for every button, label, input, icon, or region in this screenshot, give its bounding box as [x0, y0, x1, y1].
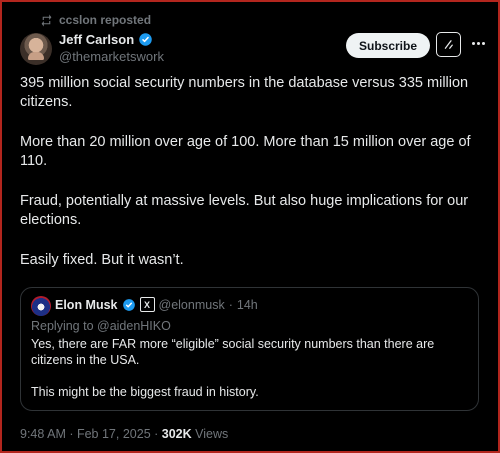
timestamp[interactable]: 9:48 AM · Feb 17, 2025 · — [20, 427, 162, 441]
verified-icon — [139, 33, 152, 46]
post-paragraph: 395 million social security numbers in t… — [20, 75, 469, 110]
views-count[interactable]: 302K — [162, 427, 192, 441]
views-label: Views — [191, 427, 229, 441]
post-paragraph: More than 20 million over age of 100. Mo… — [20, 134, 471, 169]
author-name[interactable]: Jeff Carlson — [59, 32, 134, 47]
dot-separator: · — [228, 297, 233, 312]
subscribe-button[interactable]: Subscribe — [346, 33, 430, 58]
quoted-author-handle[interactable]: @elonmusk — [159, 298, 225, 312]
more-button[interactable] — [470, 35, 486, 51]
repost-icon — [41, 14, 52, 26]
verified-icon — [122, 298, 135, 311]
quoted-time[interactable]: 14h — [237, 298, 258, 312]
quoted-header[interactable]: Elon Musk X @elonmusk · 14h — [55, 297, 258, 312]
post-paragraph: Fraud, potentially at massive levels. Bu… — [20, 193, 469, 228]
more-icon — [471, 41, 475, 45]
post-footer: 9:48 AM · Feb 17, 2025 · 302K Views — [20, 427, 228, 441]
quoted-avatar[interactable] — [31, 296, 51, 316]
more-icon — [481, 41, 485, 45]
quoted-text: Yes, there are FAR more “eligible” socia… — [31, 336, 461, 416]
author-name-row[interactable]: Jeff Carlson — [59, 32, 153, 47]
author-avatar[interactable] — [20, 33, 52, 65]
replying-to[interactable]: Replying to @aidenHIKO — [31, 319, 171, 333]
tweet-frame: ccslon reposted Jeff Carlson @themarkets… — [0, 0, 500, 453]
grok-icon — [444, 40, 453, 49]
repost-label: ccslon reposted — [59, 13, 152, 27]
author-handle[interactable]: @themarketswork — [59, 49, 164, 64]
post-body: 395 million social security numbers in t… — [20, 74, 478, 291]
quoted-paragraph: Yes, there are FAR more “eligible” socia… — [31, 337, 435, 367]
grok-button[interactable] — [436, 32, 461, 57]
more-icon — [476, 41, 480, 45]
quoted-paragraph: This might be the biggest fraud in histo… — [31, 385, 259, 399]
post-paragraph: Easily fixed. But it wasn’t. — [20, 252, 184, 268]
x-affiliate-icon: X — [139, 297, 155, 312]
quoted-author-name[interactable]: Elon Musk — [55, 298, 118, 312]
quoted-post[interactable]: Elon Musk X @elonmusk · 14h Replying to … — [20, 287, 479, 411]
repost-header[interactable]: ccslon reposted — [40, 13, 151, 27]
